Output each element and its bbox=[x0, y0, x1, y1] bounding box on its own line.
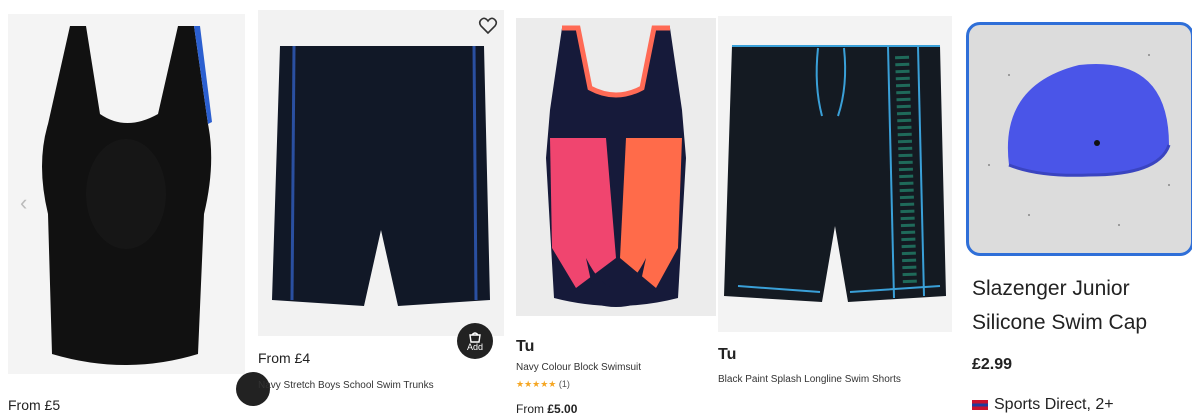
swim-shorts-image bbox=[724, 45, 946, 302]
product-card-3[interactable]: Tu Navy Colour Block Swimsuit ★★★★★ (1) … bbox=[516, 0, 716, 417]
product-card-5[interactable]: Slazenger Junior Silicone Swim Cap £2.99… bbox=[964, 0, 1192, 417]
product-title-2[interactable]: Navy Stretch Boys School Swim Trunks bbox=[258, 380, 468, 392]
product-title-5[interactable]: Slazenger Junior Silicone Swim Cap bbox=[972, 272, 1147, 340]
wishlist-heart-icon[interactable] bbox=[478, 16, 498, 36]
product-price-1: From £5 bbox=[8, 397, 61, 413]
swim-cap-image bbox=[988, 54, 1171, 226]
product-image-4[interactable] bbox=[718, 16, 952, 332]
colour-block-swimsuit-image bbox=[546, 25, 686, 307]
brand-logo-4: Tu bbox=[718, 346, 737, 363]
product-card-4[interactable]: Tu Black Paint Splash Longline Swim Shor… bbox=[718, 0, 952, 417]
product-image-5[interactable] bbox=[966, 22, 1192, 256]
basket-icon bbox=[469, 331, 481, 343]
price-prefix: From bbox=[516, 402, 548, 416]
product-card-1[interactable]: ‹ From £5 bbox=[0, 0, 270, 417]
product-card-2[interactable]: Add From £4 Navy Stretch Boys School Swi… bbox=[258, 0, 504, 417]
product-title-3[interactable]: Navy Colour Block Swimsuit bbox=[516, 362, 641, 374]
rating-stars: ★★★★★ bbox=[516, 379, 557, 389]
product-image-2[interactable] bbox=[258, 10, 504, 336]
price-value: £5.00 bbox=[547, 402, 578, 416]
carousel-prev-arrow[interactable]: ‹ bbox=[20, 190, 27, 216]
add-button-label: Add bbox=[466, 341, 483, 352]
rating-row: ★★★★★ (1) bbox=[516, 378, 570, 390]
swimsuit-back-image bbox=[42, 26, 212, 365]
seller-name: Sports Direct, 2+ bbox=[994, 396, 1114, 413]
seller-flag-icon bbox=[972, 400, 988, 410]
product-image-3[interactable] bbox=[516, 18, 716, 316]
brand-logo-3: Tu bbox=[516, 338, 535, 355]
rating-count: (1) bbox=[558, 379, 570, 389]
product-title-4[interactable]: Black Paint Splash Longline Swim Shorts bbox=[718, 374, 928, 386]
swim-trunks-image bbox=[272, 45, 490, 306]
seller-row: Sports Direct, 2+ bbox=[972, 396, 1114, 414]
product-price-3: From £5.00 bbox=[516, 402, 577, 416]
add-to-basket-button[interactable]: Add bbox=[457, 323, 493, 359]
product-price-5: £2.99 bbox=[972, 356, 1013, 373]
product-image-1[interactable] bbox=[8, 14, 245, 374]
title-line-1: Slazenger Junior bbox=[972, 277, 1130, 300]
title-line-2: Silicone Swim Cap bbox=[972, 311, 1148, 334]
product-price-2: From £4 bbox=[258, 350, 311, 366]
